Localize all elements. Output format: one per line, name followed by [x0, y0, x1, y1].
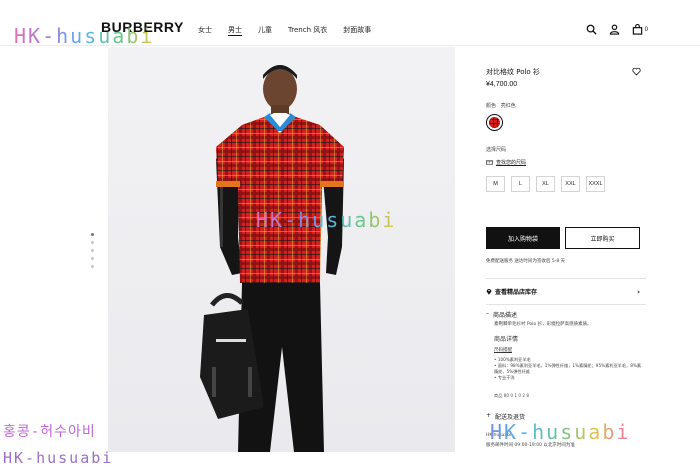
location-pin-icon	[486, 289, 492, 295]
bag-icon[interactable]	[632, 24, 643, 35]
heart-icon[interactable]	[632, 67, 641, 76]
item-code: 商品 80 0 1 0 2 8	[494, 393, 530, 398]
carousel-dot[interactable]	[91, 249, 94, 252]
description-text: 素荆棘单毛衫衬 Polo 衫，彩缀拉萨高感质素质。	[494, 322, 592, 327]
nav-item-cover-story[interactable]: 封面故事	[343, 25, 371, 36]
watermark-center: HK-husuabi	[256, 208, 396, 232]
nav-item-children[interactable]: 儿童	[258, 25, 272, 36]
color-label-text: 颜色	[486, 103, 497, 109]
size-label: 选择尺码	[486, 147, 507, 153]
cart-count: 0	[644, 26, 648, 33]
add-to-bag-button[interactable]: 加入购物袋	[486, 227, 560, 249]
main-nav: 女士 男士 儿童 Trench 风衣 封面故事	[198, 25, 371, 36]
watermark-top-left: HK-husuabi	[14, 24, 154, 48]
size-guide-link[interactable]: 查找您的尺码	[486, 159, 526, 166]
watermark-korean: 홍콩-허수아비	[3, 424, 96, 440]
carousel-dot[interactable]	[91, 265, 94, 268]
collapse-icon: –	[486, 310, 489, 317]
buy-now-button[interactable]: 立即购买	[565, 227, 640, 249]
watermark-bottom-right: HK-husuabi	[490, 420, 630, 444]
size-guide-text: 查找您的尺码	[496, 160, 527, 166]
nav-item-men[interactable]: 男士	[228, 25, 242, 36]
carousel-dot[interactable]	[91, 257, 94, 260]
ruler-icon	[486, 160, 493, 165]
watermark-text: HK-husuabi	[14, 24, 155, 48]
product-image[interactable]	[108, 47, 455, 452]
size-option-l[interactable]: L	[511, 176, 530, 192]
section-details-title[interactable]: 商品详情	[494, 334, 518, 343]
size-selector: M L XL XXL XXXL	[486, 176, 605, 192]
color-swatch-bright-red[interactable]	[486, 114, 503, 131]
watermark-text: HK-husuabi	[490, 420, 631, 444]
carousel-dot[interactable]	[91, 241, 94, 244]
divider	[486, 278, 646, 279]
list-item: 面料：98%素利亚羊毛，1%弹性纤维，1%素腈纶；95%素利亚羊毛，8%素腈纶，…	[494, 363, 644, 375]
section-description[interactable]: – 商品描述	[486, 310, 517, 319]
color-label: 颜色 亮红色	[486, 102, 516, 109]
header-actions: 0	[586, 24, 648, 35]
list-item: 专业干洗	[494, 375, 644, 381]
search-icon[interactable]	[586, 24, 597, 35]
swatch-fill	[489, 117, 500, 128]
size-option-xxxl[interactable]: XXXL	[586, 176, 605, 192]
color-value: 亮红色	[500, 103, 516, 109]
watermark-text: HK-husuabi	[256, 208, 397, 232]
section-description-title: 商品描述	[493, 312, 518, 319]
carousel-dot[interactable]	[91, 233, 94, 236]
product-price: ¥4,700.00	[486, 81, 518, 88]
nav-item-trench[interactable]: Trench 风衣	[288, 25, 327, 36]
size-option-m[interactable]: M	[486, 176, 505, 192]
size-option-xl[interactable]: XL	[536, 176, 555, 192]
details-sub-link[interactable]: 尺码搭配	[494, 347, 512, 353]
size-option-xxl[interactable]: XXL	[561, 176, 580, 192]
shipping-note: 免费配送服务 送达时间为签收后 5-8 天	[486, 259, 566, 264]
divider	[486, 304, 646, 305]
model-illustration	[200, 65, 344, 452]
watermark-bottom-left: HK-husuabi	[3, 449, 114, 467]
chevron-right-icon: ›	[637, 287, 640, 296]
details-bullets: 100%素利亚羊毛 面料：98%素利亚羊毛，1%弹性纤维，1%素腈纶；95%素利…	[494, 357, 644, 381]
user-icon[interactable]	[609, 24, 620, 35]
product-title: 对比格纹 Polo 衫	[486, 68, 540, 76]
store-stock-link[interactable]: 查看精品店库存 ›	[486, 287, 640, 296]
nav-item-women[interactable]: 女士	[198, 25, 212, 36]
store-stock-text: 查看精品店库存	[495, 289, 538, 296]
carousel-dots	[91, 233, 94, 268]
